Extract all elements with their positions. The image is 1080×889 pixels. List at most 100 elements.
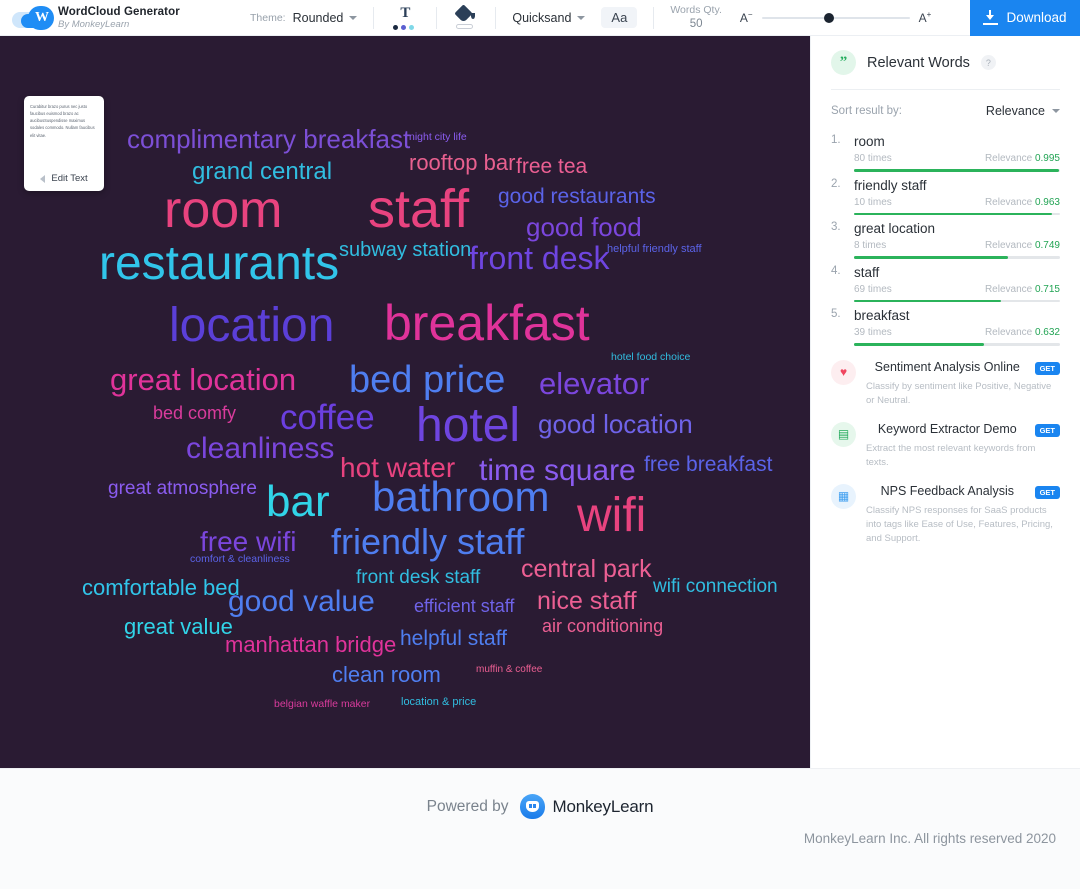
download-label: Download <box>1006 10 1067 25</box>
cloud-word[interactable]: great value <box>124 616 233 638</box>
monkeylearn-logo[interactable]: MonkeyLearn <box>519 794 654 819</box>
cloud-word[interactable]: subway station <box>339 240 471 260</box>
cloud-word[interactable]: comfort & cleanliness <box>190 554 290 565</box>
word-rank: 2. <box>831 177 841 190</box>
cloud-word[interactable]: front desk <box>469 242 610 274</box>
cloud-word[interactable]: complimentary breakfast <box>127 126 410 152</box>
cloud-word[interactable]: hotel <box>416 402 520 450</box>
cloud-word[interactable]: good food <box>526 214 642 240</box>
cloud-word[interactable]: room <box>164 184 282 236</box>
cloud-word[interactable]: free wifi <box>200 528 296 556</box>
document-export-icon: ▤ <box>831 421 856 447</box>
cloud-word[interactable]: wifi <box>577 492 646 540</box>
edit-text-card[interactable]: Curabitur brazo purus nec justo faucibus… <box>24 96 104 191</box>
promo-cta-button[interactable]: GET <box>1034 423 1060 437</box>
wordcloud-generator-app: W WordCloud Generator By MonkeyLearn The… <box>0 0 1080 889</box>
cloud-word[interactable]: bathroom <box>372 476 549 518</box>
word-rank: 4. <box>831 264 841 277</box>
word-count: 8 times <box>854 240 887 251</box>
cloud-word[interactable]: restaurants <box>99 240 339 288</box>
promo-cta-button[interactable]: GET <box>1034 485 1060 499</box>
cloud-word[interactable]: good location <box>538 411 693 437</box>
relevant-word-row[interactable]: 3. great location 8 times Relevance 0.749 <box>831 215 1060 259</box>
promo-title: Sentiment Analysis Online <box>874 359 1020 374</box>
help-icon[interactable]: ? <box>980 55 996 70</box>
cloud-word[interactable]: great location <box>110 364 296 395</box>
sort-select[interactable]: Relevance <box>986 104 1060 118</box>
cloud-word[interactable]: friendly staff <box>331 524 524 560</box>
cloud-word[interactable]: breakfast <box>384 298 590 348</box>
copyright-text: MonkeyLearn Inc. All rights reserved 202… <box>803 831 1056 846</box>
cloud-word[interactable]: cleanliness <box>186 434 334 464</box>
word-term: staff <box>854 264 880 280</box>
theme-select[interactable]: Rounded <box>293 11 358 25</box>
promo-title: Keyword Extractor Demo <box>877 421 1017 436</box>
app-brand: W WordCloud Generator By MonkeyLearn <box>0 3 250 33</box>
monkeylearn-wordmark: MonkeyLearn <box>552 796 654 816</box>
relevant-word-row[interactable]: 1. room 80 times Relevance 0.995 <box>831 128 1060 172</box>
cloud-word[interactable]: central park <box>521 557 652 582</box>
font-size-slider[interactable]: A− A+ <box>740 10 931 25</box>
word-term: great location <box>854 221 936 236</box>
cloud-word[interactable]: great atmosphere <box>108 479 257 498</box>
promo-description: Classify by sentiment like Positive, Neg… <box>866 381 1052 406</box>
relevant-word-row[interactable]: 2. friendly staff 10 times Relevance 0.963 <box>831 172 1060 215</box>
promo-title: NPS Feedback Analysis <box>880 483 1014 498</box>
word-relevance: Relevance 0.749 <box>984 240 1060 251</box>
divider <box>436 6 438 29</box>
quote-icon: ” <box>831 50 856 75</box>
paint-bucket-icon[interactable] <box>453 3 479 31</box>
cloud-word[interactable]: elevator <box>539 368 649 399</box>
cloud-word[interactable]: bed comfy <box>153 404 236 422</box>
cloud-word[interactable]: night city life <box>409 132 467 143</box>
promo-card[interactable]: ▤ Keyword Extractor Demo GET Extract the mo… <box>831 408 1060 470</box>
promo-card[interactable]: ♥ Sentiment Analysis Online GET Classify by… <box>831 346 1060 408</box>
cloud-word[interactable]: bar <box>266 480 330 524</box>
promo-card[interactable]: ▦ NPS Feedback Analysis GET Classify NPS re… <box>831 470 1060 546</box>
slider-track[interactable] <box>761 12 910 23</box>
words-qty-label: Words Qty. <box>670 3 722 16</box>
font-select[interactable]: Quicksand <box>512 11 586 25</box>
divider <box>373 6 375 29</box>
cloud-word[interactable]: bed price <box>349 361 505 399</box>
cloud-word[interactable]: hotel food choice <box>611 352 690 363</box>
wordcloud-canvas[interactable]: complimentary breakfast night city life gr… <box>0 36 810 768</box>
relevant-word-row[interactable]: 4. staff 69 times Relevance 0.715 <box>831 259 1060 302</box>
cloud-word[interactable]: location & price <box>401 697 476 708</box>
panel-header: ” Relevant Words ? <box>831 36 1060 75</box>
promo-cta-button[interactable]: GET <box>1034 361 1060 375</box>
relevant-words-list: 1. room 80 times Relevance 0.995 2. friendly … <box>831 128 1060 346</box>
word-rank: 3. <box>831 221 841 233</box>
logo-letter: W <box>35 9 49 25</box>
cloud-word[interactable]: rooftop bar <box>409 152 515 174</box>
relevant-word-row[interactable]: 5. breakfast 39 times Relevance 0.632 <box>831 302 1060 346</box>
text-case-button[interactable]: Aa <box>601 7 638 28</box>
cloud-word[interactable]: comfortable bed <box>82 577 240 599</box>
download-icon <box>983 10 999 25</box>
cloud-word[interactable]: staff <box>368 182 469 236</box>
text-color-icon[interactable]: T <box>390 5 420 31</box>
edit-text-button[interactable]: Edit Text <box>24 173 104 184</box>
cloud-word[interactable]: good restaurants <box>498 186 656 207</box>
cloud-word[interactable]: helpful friendly staff <box>607 244 702 255</box>
powered-by: Powered by MonkeyLearn <box>0 794 1080 819</box>
download-button[interactable]: Download <box>970 0 1080 36</box>
cloud-word[interactable]: good value <box>228 587 375 617</box>
cloud-word[interactable]: free breakfast <box>644 454 772 475</box>
cloud-word[interactable]: helpful staff <box>400 628 507 649</box>
cloud-word[interactable]: clean room <box>332 664 441 686</box>
cloud-word[interactable]: nice staff <box>537 589 637 614</box>
chevron-left-icon <box>40 174 46 183</box>
cloud-word[interactable]: coffee <box>280 400 375 435</box>
theme-label: Theme: <box>250 11 286 24</box>
cloud-word[interactable]: air conditioning <box>542 617 663 635</box>
cloud-word[interactable]: wifi connection <box>653 577 778 596</box>
cloud-word[interactable]: efficient staff <box>414 597 514 615</box>
cloud-word[interactable]: manhattan bridge <box>225 634 396 656</box>
cloud-word[interactable]: location <box>169 302 334 350</box>
cloud-word[interactable]: free tea <box>516 156 587 177</box>
cloud-word[interactable]: muffin & coffee <box>476 665 542 675</box>
slider-knob[interactable] <box>823 12 834 23</box>
cloud-word[interactable]: belgian waffle maker <box>274 699 370 710</box>
word-count: 10 times <box>854 196 892 208</box>
